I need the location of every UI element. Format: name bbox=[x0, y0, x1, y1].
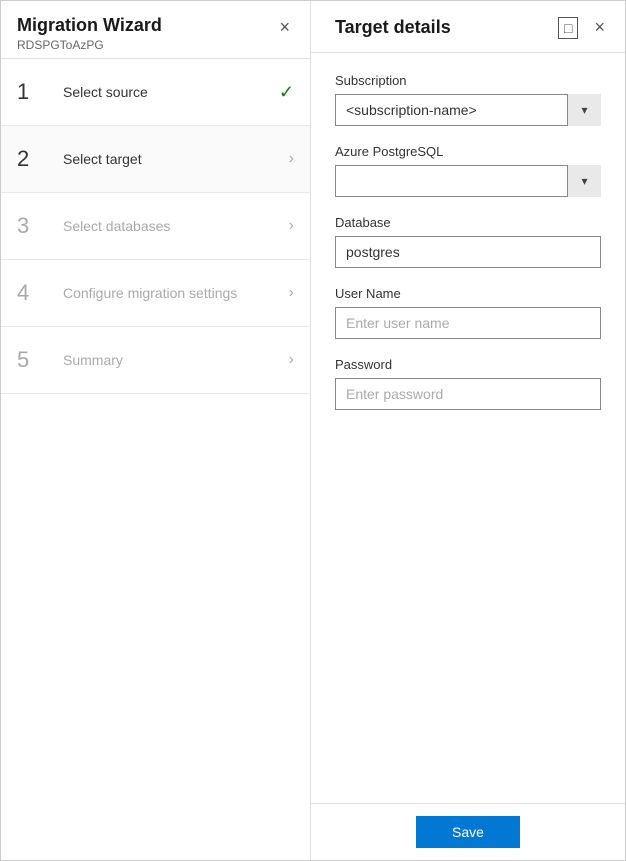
step-label-5: Summary bbox=[63, 352, 289, 368]
step-label-3: Select databases bbox=[63, 218, 289, 234]
right-footer: Save bbox=[311, 803, 625, 860]
step-item-3: 3 Select databases › bbox=[1, 193, 310, 260]
step-item-1[interactable]: 1 Select source ✓ bbox=[1, 59, 310, 126]
save-button[interactable]: Save bbox=[416, 816, 520, 848]
azure-postgresql-select[interactable] bbox=[335, 165, 601, 197]
step-chevron-icon-3: › bbox=[289, 217, 294, 235]
subscription-select-container: <subscription-name> ▾ bbox=[335, 94, 601, 126]
right-header: Target details □ × bbox=[311, 1, 625, 53]
step-label-4: Configure migration settings bbox=[63, 285, 289, 301]
left-header: Migration Wizard RDSPGToAzPG × bbox=[1, 1, 310, 59]
database-group: Database bbox=[335, 215, 601, 268]
step-number-5: 5 bbox=[17, 347, 47, 373]
left-header-content: Migration Wizard RDSPGToAzPG bbox=[17, 15, 162, 52]
migration-wizard-dialog: Migration Wizard RDSPGToAzPG × 1 Select … bbox=[0, 0, 626, 861]
azure-postgresql-group: Azure PostgreSQL ▾ bbox=[335, 144, 601, 197]
subscription-label: Subscription bbox=[335, 73, 601, 88]
step-chevron-icon-2: › bbox=[289, 150, 294, 168]
step-number-2: 2 bbox=[17, 146, 47, 172]
step-item-2[interactable]: 2 Select target › bbox=[1, 126, 310, 193]
step-number-1: 1 bbox=[17, 79, 47, 105]
target-details-title: Target details bbox=[335, 17, 451, 38]
database-label: Database bbox=[335, 215, 601, 230]
step-chevron-icon-4: › bbox=[289, 284, 294, 302]
username-group: User Name bbox=[335, 286, 601, 339]
right-close-button[interactable]: × bbox=[590, 15, 609, 40]
left-panel: Migration Wizard RDSPGToAzPG × 1 Select … bbox=[1, 1, 311, 860]
username-input[interactable] bbox=[335, 307, 601, 339]
azure-postgresql-label: Azure PostgreSQL bbox=[335, 144, 601, 159]
maximize-button[interactable]: □ bbox=[558, 17, 578, 39]
wizard-title: Migration Wizard bbox=[17, 15, 162, 36]
step-chevron-icon-5: › bbox=[289, 351, 294, 369]
step-item-5: 5 Summary › bbox=[1, 327, 310, 394]
subscription-group: Subscription <subscription-name> ▾ bbox=[335, 73, 601, 126]
username-label: User Name bbox=[335, 286, 601, 301]
step-label-1: Select source bbox=[63, 84, 279, 100]
step-item-4: 4 Configure migration settings › bbox=[1, 260, 310, 327]
step-number-3: 3 bbox=[17, 213, 47, 239]
subscription-select[interactable]: <subscription-name> bbox=[335, 94, 601, 126]
password-input[interactable] bbox=[335, 378, 601, 410]
password-label: Password bbox=[335, 357, 601, 372]
azure-postgresql-select-container: ▾ bbox=[335, 165, 601, 197]
step-label-2: Select target bbox=[63, 151, 289, 167]
steps-list: 1 Select source ✓ 2 Select target › 3 Se… bbox=[1, 59, 310, 860]
step-number-4: 4 bbox=[17, 280, 47, 306]
wizard-subtitle: RDSPGToAzPG bbox=[17, 38, 162, 52]
database-input[interactable] bbox=[335, 236, 601, 268]
left-close-button[interactable]: × bbox=[275, 15, 294, 40]
right-header-icons: □ × bbox=[558, 15, 609, 40]
right-content: Subscription <subscription-name> ▾ Azure… bbox=[311, 53, 625, 803]
password-group: Password bbox=[335, 357, 601, 410]
right-panel: Target details □ × Subscription <subscri… bbox=[311, 1, 625, 860]
step-check-icon-1: ✓ bbox=[279, 82, 294, 103]
